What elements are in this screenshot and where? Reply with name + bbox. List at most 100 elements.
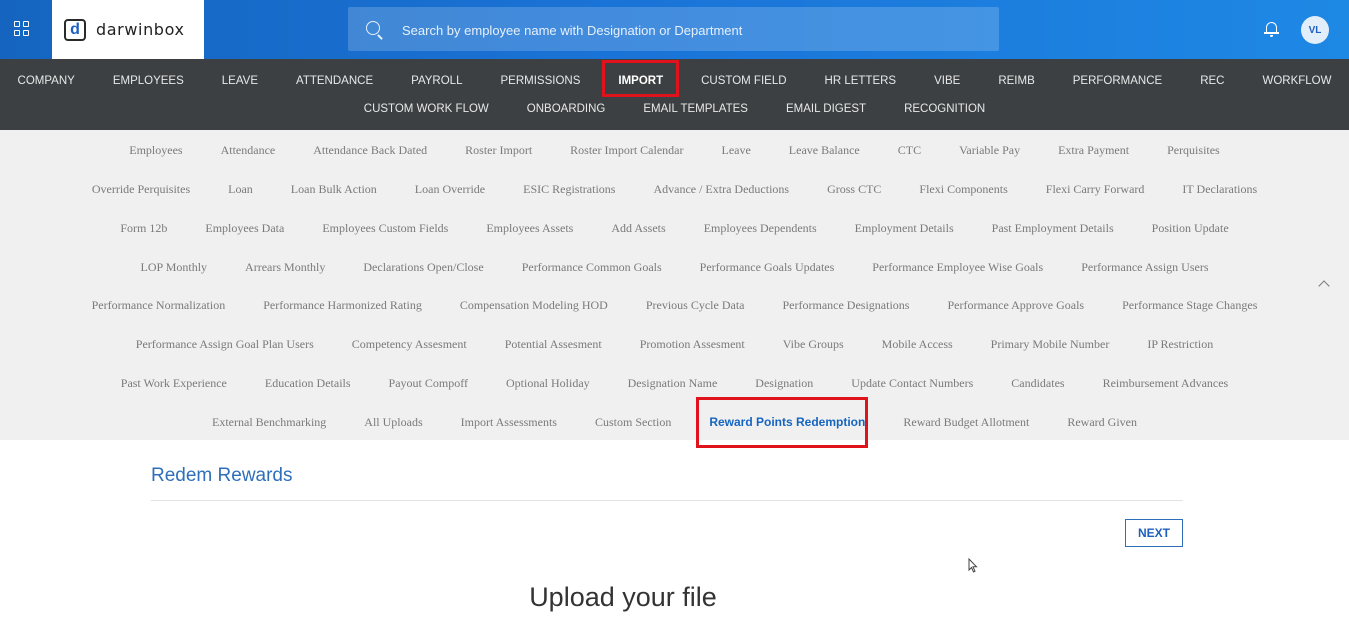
- sub-nav-item-employees-custom-fields[interactable]: Employees Custom Fields: [303, 221, 467, 235]
- sub-nav-item-designation-name[interactable]: Designation Name: [609, 376, 737, 390]
- nav-item-company[interactable]: COMPANY: [0, 74, 94, 88]
- sub-nav-item-position-update[interactable]: Position Update: [1133, 221, 1248, 235]
- sub-nav-item-extra-payment[interactable]: Extra Payment: [1039, 143, 1148, 157]
- sub-nav-item-potential-assesment[interactable]: Potential Assesment: [486, 337, 621, 351]
- notification-bell-icon[interactable]: [1264, 22, 1279, 37]
- nav-item-recognition[interactable]: RECOGNITION: [885, 102, 1004, 116]
- sub-nav-item-performance-goals-updates[interactable]: Performance Goals Updates: [681, 260, 854, 274]
- sub-nav-item-performance-approve-goals[interactable]: Performance Approve Goals: [928, 298, 1103, 312]
- sub-nav-item-primary-mobile-number[interactable]: Primary Mobile Number: [972, 337, 1129, 351]
- sub-nav-item-it-declarations[interactable]: IT Declarations: [1163, 182, 1276, 196]
- sub-nav-item-past-work-experience[interactable]: Past Work Experience: [102, 376, 246, 390]
- sub-nav-item-candidates[interactable]: Candidates: [992, 376, 1083, 390]
- sub-nav-item-perquisites[interactable]: Perquisites: [1148, 143, 1239, 157]
- sub-nav-item-performance-common-goals[interactable]: Performance Common Goals: [503, 260, 681, 274]
- nav-item-hr-letters[interactable]: HR LETTERS: [806, 74, 916, 88]
- sub-nav-item-attendance[interactable]: Attendance: [202, 143, 295, 157]
- nav-item-custom-work-flow[interactable]: CUSTOM WORK FLOW: [345, 102, 508, 116]
- sub-nav-item-esic-registrations[interactable]: ESIC Registrations: [504, 182, 634, 196]
- sub-nav-item-performance-assign-users[interactable]: Performance Assign Users: [1062, 260, 1227, 274]
- title-divider: [151, 500, 1183, 501]
- sub-nav-item-lop-monthly[interactable]: LOP Monthly: [121, 260, 226, 274]
- sub-nav-item-payout-compoff[interactable]: Payout Compoff: [370, 376, 487, 390]
- reward-points-highlight-box: [696, 397, 868, 448]
- sub-nav-item-attendance-back-dated[interactable]: Attendance Back Dated: [294, 143, 446, 157]
- sub-nav-item-override-perquisites[interactable]: Override Perquisites: [73, 182, 209, 196]
- sub-nav-item-gross-ctc[interactable]: Gross CTC: [808, 182, 900, 196]
- sub-nav-item-performance-employee-wise-goals[interactable]: Performance Employee Wise Goals: [853, 260, 1062, 274]
- sub-nav-row: Form 12b Employees Data Employees Custom F…: [0, 221, 1349, 235]
- sub-nav-row: Override Perquisites Loan Loan Bulk Action…: [0, 182, 1349, 196]
- nav-item-permissions[interactable]: PERMISSIONS: [481, 74, 599, 88]
- sub-nav-row: Past Work Experience Education Details Pay…: [0, 376, 1349, 390]
- user-avatar[interactable]: VL: [1301, 16, 1329, 44]
- sub-nav-item-past-employment-details[interactable]: Past Employment Details: [973, 221, 1133, 235]
- sub-nav-item-loan-bulk-action[interactable]: Loan Bulk Action: [272, 182, 396, 196]
- sub-nav-item-loan-override[interactable]: Loan Override: [396, 182, 504, 196]
- import-highlight-box: [602, 60, 679, 97]
- nav-item-payroll[interactable]: PAYROLL: [392, 74, 481, 88]
- search-input[interactable]: [400, 7, 984, 53]
- sub-nav-item-performance-stage-changes[interactable]: Performance Stage Changes: [1103, 298, 1276, 312]
- nav-item-leave[interactable]: LEAVE: [203, 74, 277, 88]
- sub-nav-item-reward-budget-allotment[interactable]: Reward Budget Allotment: [884, 415, 1048, 429]
- sub-nav-item-employment-details[interactable]: Employment Details: [836, 221, 973, 235]
- main-nav-row-2: CUSTOM WORK FLOW ONBOARDING EMAIL TEMPLATE…: [0, 102, 1349, 116]
- sub-nav-item-update-contact-numbers[interactable]: Update Contact Numbers: [832, 376, 992, 390]
- nav-item-custom-field[interactable]: CUSTOM FIELD: [682, 74, 805, 88]
- page-title: Redem Rewards: [151, 465, 293, 486]
- sub-nav-item-previous-cycle-data[interactable]: Previous Cycle Data: [627, 298, 764, 312]
- nav-item-reimb[interactable]: REIMB: [979, 74, 1053, 88]
- sub-nav-item-flexi-components[interactable]: Flexi Components: [900, 182, 1026, 196]
- nav-item-workflow[interactable]: WORKFLOW: [1243, 74, 1349, 88]
- sub-nav-item-all-uploads[interactable]: All Uploads: [345, 415, 441, 429]
- nav-item-attendance[interactable]: ATTENDANCE: [277, 74, 392, 88]
- nav-item-onboarding[interactable]: ONBOARDING: [508, 102, 625, 116]
- sub-nav-item-roster-import-calendar[interactable]: Roster Import Calendar: [551, 143, 702, 157]
- sub-nav-item-declarations-open-close[interactable]: Declarations Open/Close: [344, 260, 502, 274]
- sub-nav-item-roster-import[interactable]: Roster Import: [446, 143, 551, 157]
- sub-nav-item-employees-data[interactable]: Employees Data: [186, 221, 303, 235]
- sub-nav-item-custom-section[interactable]: Custom Section: [576, 415, 690, 429]
- sub-nav-item-employees[interactable]: Employees: [110, 143, 201, 157]
- sub-nav-item-form-12b[interactable]: Form 12b: [101, 221, 186, 235]
- sub-nav-item-advance-extra-deductions[interactable]: Advance / Extra Deductions: [634, 182, 808, 196]
- nav-item-vibe[interactable]: VIBE: [915, 74, 979, 88]
- nav-item-performance[interactable]: PERFORMANCE: [1054, 74, 1181, 88]
- sub-nav-item-reward-given[interactable]: Reward Given: [1048, 415, 1156, 429]
- chevron-up-icon[interactable]: [1318, 280, 1330, 292]
- apps-grid-icon[interactable]: [14, 21, 29, 36]
- sub-nav-item-leave-balance[interactable]: Leave Balance: [770, 143, 879, 157]
- sub-nav-item-reimbursement-advances[interactable]: Reimbursement Advances: [1084, 376, 1248, 390]
- sub-nav-item-import-assessments[interactable]: Import Assessments: [442, 415, 576, 429]
- sub-nav-item-arrears-monthly[interactable]: Arrears Monthly: [226, 260, 344, 274]
- sub-nav-item-vibe-groups[interactable]: Vibe Groups: [764, 337, 863, 351]
- sub-nav-item-employees-dependents[interactable]: Employees Dependents: [685, 221, 836, 235]
- sub-nav-item-employees-assets[interactable]: Employees Assets: [467, 221, 592, 235]
- sub-nav-item-loan[interactable]: Loan: [209, 182, 272, 196]
- nav-item-email-templates[interactable]: EMAIL TEMPLATES: [624, 102, 767, 116]
- sub-nav-item-compensation-modeling-hod[interactable]: Compensation Modeling HOD: [441, 298, 627, 312]
- sub-nav-item-ctc[interactable]: CTC: [879, 143, 940, 157]
- sub-nav-item-performance-harmonized-rating[interactable]: Performance Harmonized Rating: [244, 298, 441, 312]
- sub-nav-item-optional-holiday[interactable]: Optional Holiday: [487, 376, 609, 390]
- sub-nav-item-performance-designations[interactable]: Performance Designations: [764, 298, 929, 312]
- sub-nav-item-promotion-assesment[interactable]: Promotion Assesment: [621, 337, 764, 351]
- sub-nav-item-add-assets[interactable]: Add Assets: [592, 221, 684, 235]
- sub-nav-item-leave[interactable]: Leave: [702, 143, 769, 157]
- sub-nav-item-designation[interactable]: Designation: [736, 376, 832, 390]
- next-button[interactable]: NEXT: [1125, 519, 1183, 547]
- sub-nav-item-flexi-carry-forward[interactable]: Flexi Carry Forward: [1027, 182, 1164, 196]
- sub-nav-item-performance-assign-goal-plan-users[interactable]: Performance Assign Goal Plan Users: [117, 337, 333, 351]
- sub-nav-item-education-details[interactable]: Education Details: [246, 376, 370, 390]
- sub-nav-item-variable-pay[interactable]: Variable Pay: [940, 143, 1039, 157]
- sub-nav-item-ip-restriction[interactable]: IP Restriction: [1128, 337, 1232, 351]
- sub-nav-item-mobile-access[interactable]: Mobile Access: [863, 337, 972, 351]
- sub-nav-item-competency-assesment[interactable]: Competency Assesment: [333, 337, 486, 351]
- brand-logo[interactable]: d darwinbox: [52, 0, 204, 59]
- nav-item-email-digest[interactable]: EMAIL DIGEST: [767, 102, 885, 116]
- nav-item-employees[interactable]: EMPLOYEES: [94, 74, 203, 88]
- sub-nav-item-performance-normalization[interactable]: Performance Normalization: [73, 298, 245, 312]
- nav-item-rec[interactable]: REC: [1181, 74, 1243, 88]
- sub-nav-item-external-benchmarking[interactable]: External Benchmarking: [193, 415, 345, 429]
